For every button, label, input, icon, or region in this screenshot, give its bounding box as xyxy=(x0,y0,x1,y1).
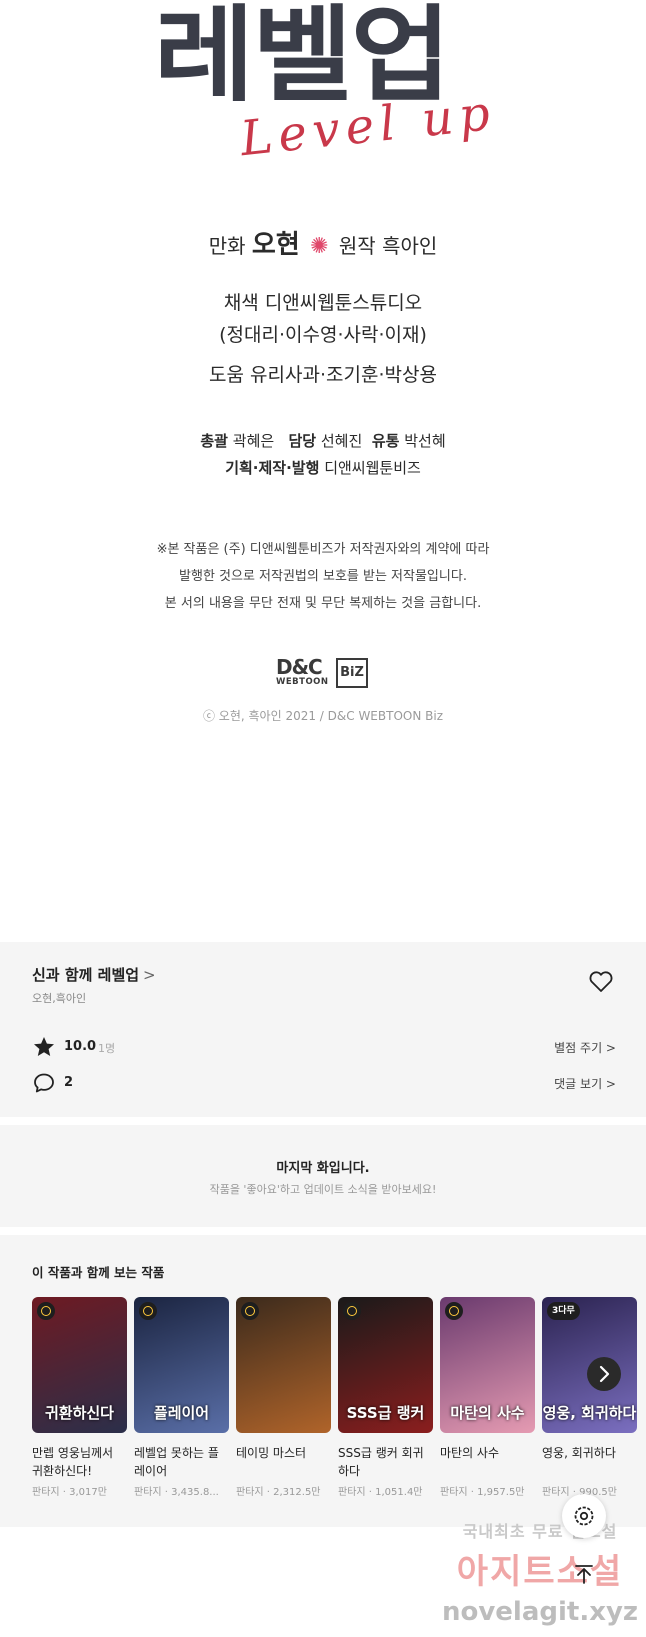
credit-color-members: (정대리·이수영·사락·이재) xyxy=(219,324,427,346)
chevron-right-icon xyxy=(599,1365,610,1383)
series-title: 신과 함께 레벨업 xyxy=(32,966,140,984)
recommendation-meta: 판타지 · 3,017만 xyxy=(32,1487,107,1498)
recommendation-meta: 판타지 · 2,312.5만 xyxy=(236,1487,321,1498)
star-icon xyxy=(34,1037,54,1056)
recommendation-card[interactable]: 플레이어 레벨업 못하는 플레이어 판타지 · 3,435.8... xyxy=(134,1297,229,1517)
flower-icon: ✺ xyxy=(310,234,329,259)
credit-color-line: 채색 디앤씨웹툰스튜디오 xyxy=(223,292,423,314)
settings-button[interactable] xyxy=(562,1494,606,1538)
comment-icon xyxy=(34,1073,54,1093)
series-authors: 오현,흑아인 xyxy=(32,992,87,1005)
rating-count: 1명 xyxy=(98,1042,116,1055)
thumbnail-caption: 귀환하신다 xyxy=(44,1404,114,1422)
distribution-name: 박선혜 xyxy=(404,432,446,450)
manager-label: 담당 xyxy=(288,432,317,450)
manhwa-author: 오현 xyxy=(251,230,300,260)
thumbnail-caption: SSS급 랭커 xyxy=(346,1404,425,1422)
wait-free-clock-icon xyxy=(139,1302,157,1320)
recommendation-name: 만렙 영웅님께서 귀환하신다! xyxy=(32,1446,114,1478)
credit-manhwa-line: 만화 오현 ✺ 원작 흑아인 xyxy=(0,224,646,261)
rate-button[interactable]: 별점 주기 > xyxy=(554,1039,616,1056)
rating-row: 10.0 1명 별점 주기 > xyxy=(32,1035,616,1059)
dc-webtoon-logo: D&C WEBTOON BiZ xyxy=(276,655,372,691)
section-divider xyxy=(0,1117,646,1125)
site-watermark: 국내최초 무료 웹소설 아지트소설 novelagit.xyz xyxy=(440,1518,640,1634)
recommendation-name: 마탄의 사수 xyxy=(440,1446,500,1460)
copyright-notice-line: 본 서의 내용을 무단 전재 및 무단 복제하는 것을 금합니다. xyxy=(164,596,482,611)
thumbnail-caption: 영웅, 회귀하다 xyxy=(542,1404,637,1422)
chevron-right-icon: > xyxy=(143,966,156,984)
heart-icon xyxy=(589,971,613,992)
arrow-up-icon xyxy=(575,1565,593,1584)
credits-page: 레벨업 Level up 만화 오현 ✺ 원작 흑아인 채색 디앤씨웹툰스튜디오… xyxy=(0,0,646,942)
recommendation-thumbnail: SSS급 랭커 xyxy=(338,1297,433,1433)
dc-logo-main: D&C xyxy=(276,655,323,679)
thumbnail-caption: 플레이어 xyxy=(153,1404,210,1422)
wait-free-clock-icon xyxy=(445,1302,463,1320)
credit-assist-line: 도움 유리사과·조기훈·박상용 xyxy=(209,364,437,386)
recommendations-section: 이 작품과 함께 보는 작품 귀환하신다 만렙 영웅님께서 귀환하신다! 판타지… xyxy=(0,1235,646,1527)
series-logo: 레벨업 Level up xyxy=(150,0,570,200)
recommendation-thumbnail: 플레이어 xyxy=(134,1297,229,1433)
original-author: 원작 흑아인 xyxy=(338,234,438,258)
manager-name: 선혜진 xyxy=(320,432,363,450)
gear-icon xyxy=(574,1506,594,1526)
watermark-line: 아지트소설 xyxy=(456,1552,624,1592)
watermark-line: novelagit.xyz xyxy=(441,1597,639,1627)
series-title-link[interactable]: 신과 함께 레벨업 > xyxy=(32,964,156,985)
thumbnail-caption: 마탄의 사수 xyxy=(450,1404,525,1422)
general-name: 곽혜은 xyxy=(232,432,275,450)
recommendation-meta: 판타지 · 1,957.5만 xyxy=(440,1487,525,1498)
recommendation-card[interactable]: 테이밍 마스터 판타지 · 2,312.5만 xyxy=(236,1297,331,1517)
wait-free-clock-icon xyxy=(343,1302,361,1320)
wait-free-clock-icon xyxy=(241,1302,259,1320)
manhwa-label: 만화 xyxy=(208,234,246,258)
recommendation-card[interactable]: 귀환하신다 만렙 영웅님께서 귀환하신다! 판타지 · 3,017만 xyxy=(32,1297,127,1517)
recommendation-name: SSS급 랭커 회귀하다 xyxy=(338,1446,424,1478)
copyright-notice-line: ※본 작품은 (주) 디앤씨웹툰비즈가 저작권자와의 계약에 따라 xyxy=(156,542,490,557)
recommendation-thumbnail: 마탄의 사수 xyxy=(440,1297,535,1433)
production-label: 기획·제작·발행 xyxy=(225,459,320,477)
dc-logo-sub: WEBTOON xyxy=(276,677,329,687)
recommendation-name: 영웅, 회귀하다 xyxy=(542,1446,616,1460)
comment-row: 2 댓글 보기 > xyxy=(32,1071,616,1095)
recommendation-list: 귀환하신다 만렙 영웅님께서 귀환하신다! 판타지 · 3,017만 플레이어 … xyxy=(32,1297,646,1517)
wait-free-clock-icon xyxy=(37,1302,55,1320)
distribution-label: 유통 xyxy=(371,432,400,450)
like-button[interactable] xyxy=(588,970,614,994)
view-comments-button[interactable]: 댓글 보기 > xyxy=(554,1075,616,1092)
last-episode-title: 마지막 화입니다. xyxy=(276,1161,370,1176)
recommendation-name: 테이밍 마스터 xyxy=(236,1446,307,1460)
recommendation-card[interactable]: 마탄의 사수 마탄의 사수 판타지 · 1,957.5만 xyxy=(440,1297,535,1517)
general-label: 총괄 xyxy=(200,432,228,450)
recommendation-name: 레벨업 못하는 플레이어 xyxy=(134,1446,219,1478)
series-info-panel: 신과 함께 레벨업 > 오현,흑아인 10.0 1명 별점 주기 > 2 댓글 보… xyxy=(0,942,646,1117)
last-episode-subtitle: 작품을 '좋아요'하고 업데이트 소식을 받아보세요! xyxy=(209,1183,437,1196)
recommendation-card[interactable]: 3다무 영웅, 회귀하다 영웅, 회귀하다 판타지 · 990.5만 xyxy=(542,1297,637,1517)
carousel-next-button[interactable] xyxy=(587,1357,621,1391)
copyright-notice-line: 발행한 것으로 저작권법의 보호를 받는 저작물입니다. xyxy=(179,569,467,584)
rating-value: 10.0 xyxy=(64,1039,97,1054)
recommendation-thumbnail: 귀환하신다 xyxy=(32,1297,127,1433)
credit-staff-line: 총괄 곽혜은 담당 선혜진 유통 박선혜 xyxy=(0,430,646,451)
comment-count: 2 xyxy=(64,1075,74,1090)
recommendation-meta: 판타지 · 3,435.8... xyxy=(134,1487,219,1498)
recommendation-meta: 판타지 · 1,051.4만 xyxy=(338,1487,423,1498)
last-episode-banner: 마지막 화입니다. 작품을 '좋아요'하고 업데이트 소식을 받아보세요! xyxy=(0,1125,646,1227)
scroll-top-button[interactable] xyxy=(562,1552,606,1596)
recommendation-thumbnail xyxy=(236,1297,331,1433)
production-name: 디앤씨웹툰비즈 xyxy=(324,459,421,477)
recommendation-badge: 3다무 xyxy=(547,1302,580,1320)
recommendation-card[interactable]: SSS급 랭커 SSS급 랭커 회귀하다 판타지 · 1,051.4만 xyxy=(338,1297,433,1517)
copyright-line: ⓒ 오현, 흑아인 2021 / D&C WEBTOON Biz xyxy=(202,709,444,723)
section-divider xyxy=(0,1227,646,1235)
recommendations-title: 이 작품과 함께 보는 작품 xyxy=(32,1265,165,1280)
dc-logo-biz: BiZ xyxy=(336,658,368,688)
credit-production-line: 기획·제작·발행 디앤씨웹툰비즈 xyxy=(0,457,646,478)
